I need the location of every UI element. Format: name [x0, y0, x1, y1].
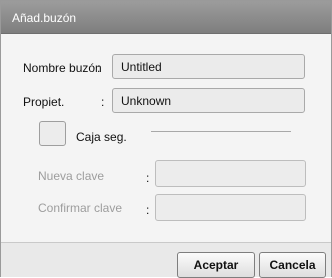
confirm-password-field[interactable] — [155, 194, 306, 221]
dialog-title: Añad.buzón — [12, 11, 77, 25]
new-password-field[interactable] — [155, 160, 306, 187]
confirm-password-colon: : — [146, 203, 150, 217]
new-password-colon: : — [146, 171, 150, 185]
add-mailbox-dialog: Añad.buzón Nombre buzón : Untitled Propi… — [0, 0, 332, 278]
title-bar: Añad.buzón — [1, 1, 331, 34]
button-bar: Aceptar Cancela — [1, 242, 331, 278]
confirm-password-label: Confirmar clave — [38, 201, 123, 215]
owner-colon: : — [101, 95, 105, 109]
owner-field[interactable]: Unknown — [112, 88, 305, 113]
safe-box-checkbox[interactable] — [39, 121, 66, 146]
owner-label: Propiet. — [23, 95, 65, 109]
dialog-body: Nombre buzón : Untitled Propiet. : Unkno… — [1, 34, 331, 242]
mailbox-name-colon: : — [97, 61, 101, 75]
separator-line — [151, 131, 291, 132]
mailbox-name-field[interactable]: Untitled — [112, 54, 305, 79]
new-password-label: Nueva clave — [38, 169, 105, 183]
cancel-button[interactable]: Cancela — [259, 252, 326, 278]
safe-box-label: Caja seg. — [76, 130, 127, 144]
accept-button[interactable]: Aceptar — [177, 252, 255, 278]
mailbox-name-label: Nombre buzón — [23, 61, 102, 75]
